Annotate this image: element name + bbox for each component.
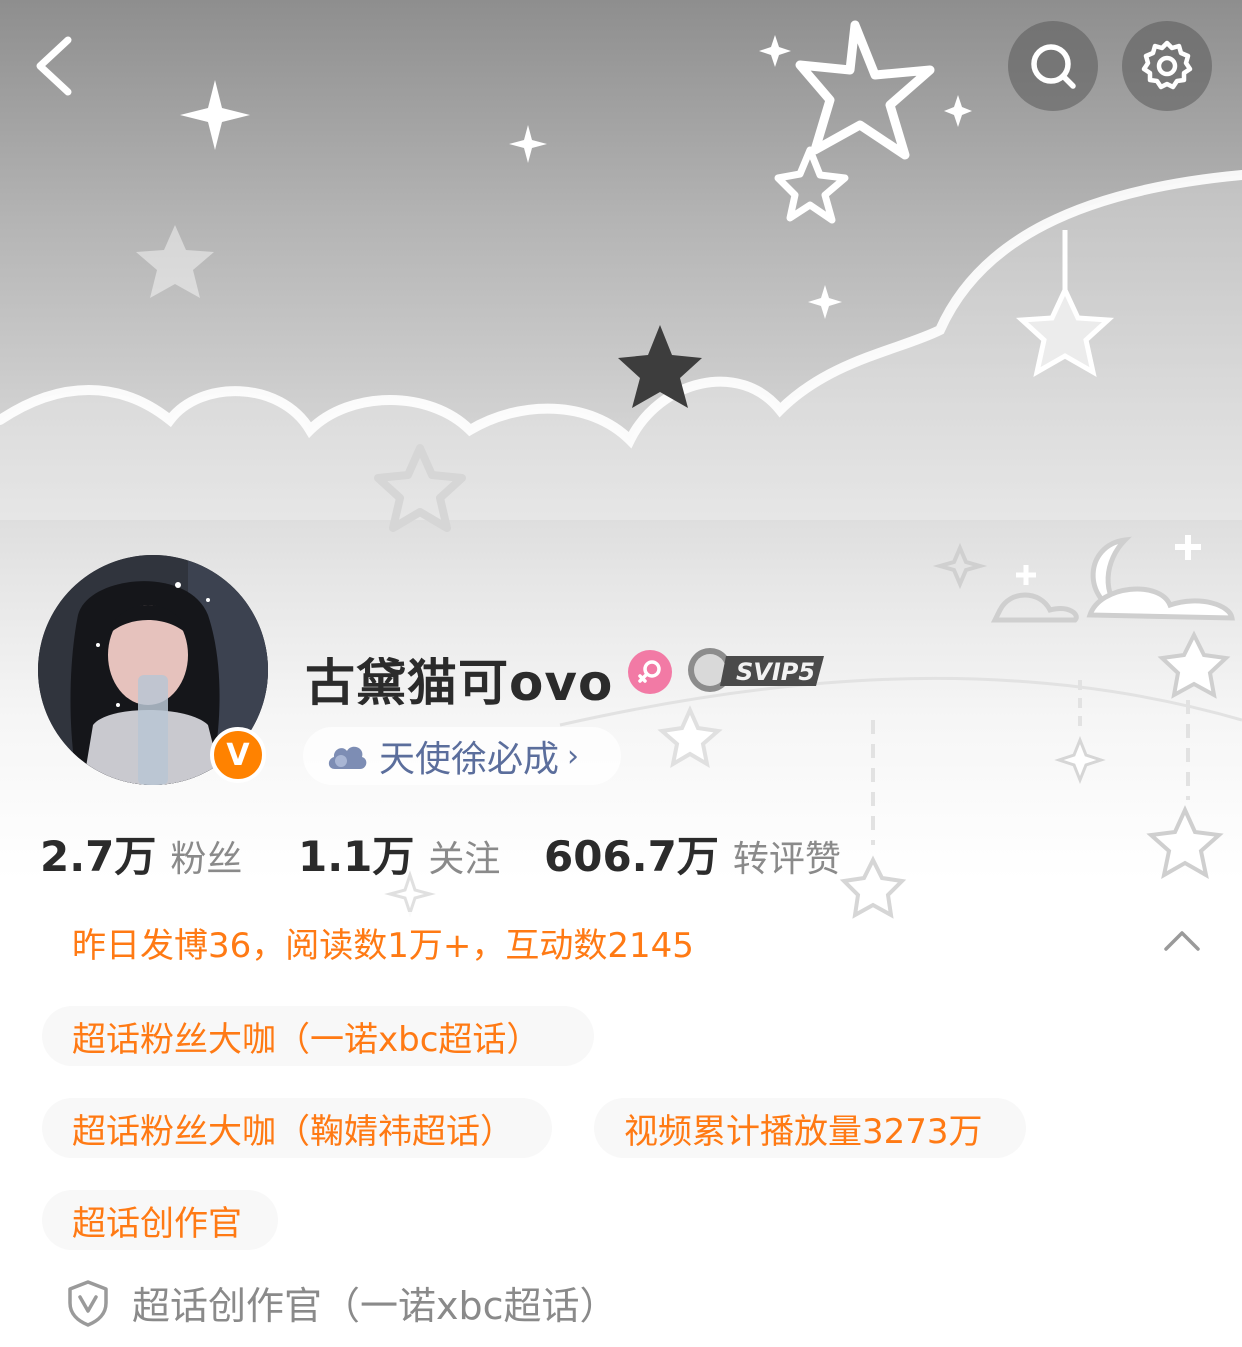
gear-icon [1141, 40, 1193, 90]
tag-label: 视频累计播放量3273万 [624, 1111, 983, 1152]
linked-profile-pill[interactable]: 天使徐必成 › [303, 727, 621, 785]
stat-label: 粉丝 [170, 839, 243, 880]
tag-supertopic-fan-2[interactable]: 超话粉丝大咖（鞠婧祎超话） [42, 1098, 552, 1158]
back-button[interactable] [28, 30, 88, 100]
search-button[interactable] [1008, 21, 1098, 111]
honor-row[interactable]: 超话创作官（一诺xbc超话） [66, 1275, 618, 1330]
stat-value: 606.7万 [544, 832, 719, 881]
tag-label: 超话创作官 [72, 1203, 242, 1244]
svip-label: SVIP5 [736, 658, 815, 686]
chevron-right-icon: › [567, 738, 580, 774]
tag-supertopic-fan-1[interactable]: 超话粉丝大咖（一诺xbc超话） [42, 1006, 594, 1066]
stat-value: 2.7万 [40, 832, 157, 881]
tag-video-plays[interactable]: 视频累计播放量3273万 [594, 1098, 1026, 1158]
svip-badge[interactable]: SVIP5 [684, 642, 834, 698]
stat-value: 1.1万 [298, 832, 415, 881]
tag-supertopic-creator[interactable]: 超话创作官 [42, 1190, 278, 1250]
verified-badge: V [210, 727, 266, 783]
linked-profile-name: 天使徐必成 [379, 739, 560, 780]
shield-v-icon [68, 1279, 108, 1327]
stat-followers[interactable]: 2.7万 粉丝 [40, 823, 242, 884]
daily-summary-text: 昨日发博36，阅读数1万+，互动数2145 [72, 925, 694, 966]
stat-interactions[interactable]: 606.7万 转评赞 [544, 823, 841, 884]
chevron-left-icon [36, 36, 72, 96]
search-icon [1031, 44, 1076, 89]
settings-button[interactable] [1122, 21, 1212, 111]
chevron-up-icon [1164, 931, 1200, 951]
honor-text: 超话创作官（一诺xbc超话） [132, 1284, 618, 1328]
svip-badge-icon: SVIP5 [688, 648, 824, 692]
cloud-icon [328, 746, 367, 769]
collapse-button[interactable] [1160, 925, 1204, 955]
tag-label: 超话粉丝大咖（一诺xbc超话） [72, 1019, 541, 1060]
stat-label: 关注 [428, 839, 501, 880]
stat-following[interactable]: 1.1万 关注 [298, 823, 500, 884]
tag-label: 超话粉丝大咖（鞠婧祎超话） [72, 1111, 514, 1152]
stat-label: 转评赞 [732, 839, 841, 880]
daily-summary[interactable]: 昨日发博36，阅读数1万+，互动数2145 [42, 912, 728, 972]
female-icon [628, 650, 672, 694]
username: 古黛猫可ovo [305, 654, 614, 712]
